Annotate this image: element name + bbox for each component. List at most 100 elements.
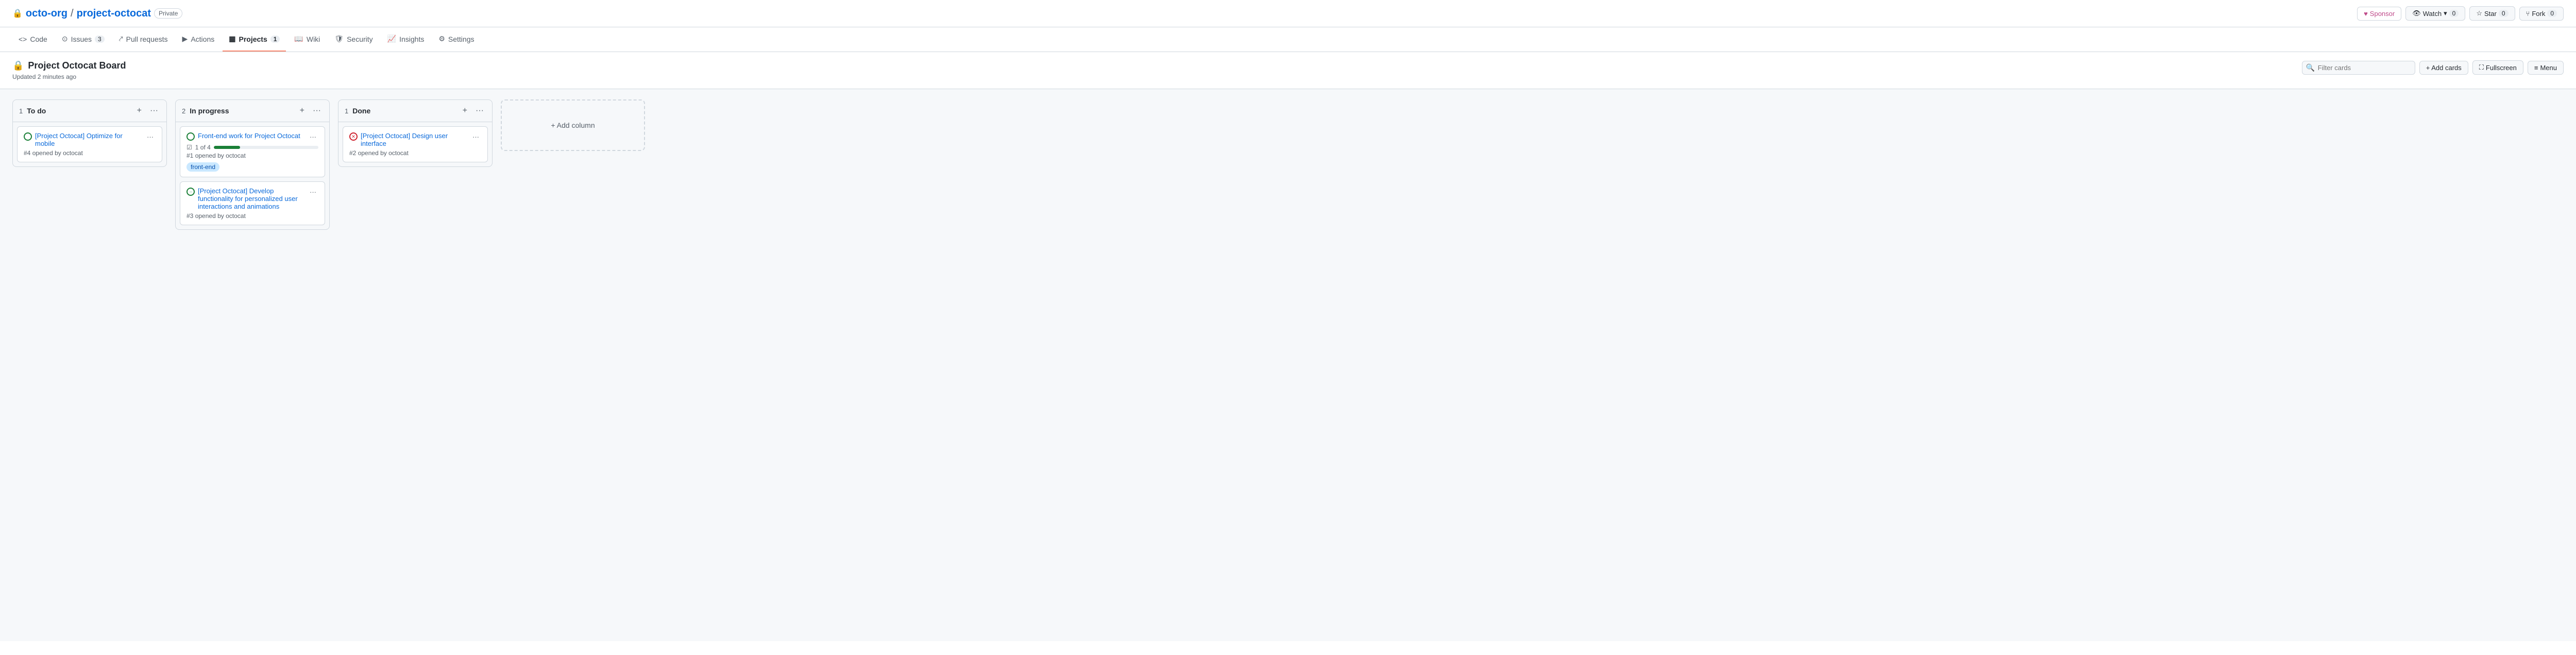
board-updated: Updated 2 minutes ago xyxy=(12,73,126,80)
card-1-menu-button[interactable]: ··· xyxy=(145,132,156,142)
search-icon: 🔍 xyxy=(2306,63,2315,72)
column-todo-menu-button[interactable]: ··· xyxy=(148,105,160,116)
fullscreen-icon: ⛶ xyxy=(2479,63,2484,72)
card-1-meta: #4 opened by octocat xyxy=(24,149,156,157)
sponsor-button[interactable]: ♥ Sponsor xyxy=(2357,7,2401,21)
card-2-title: Front-end work for Project Octocat xyxy=(198,132,300,140)
card-3-menu-button[interactable]: ··· xyxy=(308,187,318,197)
tab-projects[interactable]: ▦ Projects 1 xyxy=(223,27,286,52)
column-todo-count: 1 xyxy=(19,107,23,115)
star-icon: ☆ xyxy=(2476,9,2482,18)
add-column-box[interactable]: + Add column xyxy=(501,99,645,151)
card-2-label-badge: front-end xyxy=(187,162,219,172)
card-4-title: [Project Octocat] Design user interface xyxy=(361,132,466,147)
watch-button[interactable]: 👁 Watch ▾ 0 xyxy=(2405,6,2465,21)
code-icon: <> xyxy=(19,35,27,43)
gear-icon: ⚙ xyxy=(438,35,445,43)
projects-badge: 1 xyxy=(270,36,280,43)
card-3-meta: #3 opened by octocat xyxy=(187,212,318,220)
fullscreen-button[interactable]: ⛶ Fullscreen xyxy=(2472,60,2523,75)
filter-input[interactable] xyxy=(2302,61,2415,75)
column-done-cards: [Project Octocat] Design user interface … xyxy=(338,122,492,166)
card-2-title-link[interactable]: Front-end work for Project Octocat xyxy=(187,132,303,141)
column-in-progress-count: 2 xyxy=(182,107,185,115)
column-in-progress-cards: Front-end work for Project Octocat ··· ☑… xyxy=(176,122,329,229)
wiki-icon: 📖 xyxy=(294,35,303,43)
card-2-progress: ☑ 1 of 4 xyxy=(187,144,318,151)
card-2-label: front-end xyxy=(187,159,318,172)
card-2-status-icon xyxy=(187,132,195,141)
board-actions: 🔍 + Add cards ⛶ Fullscreen ≡ Menu xyxy=(2302,60,2564,75)
column-in-progress-add-button[interactable]: + xyxy=(298,105,307,116)
card-3-title-link[interactable]: [Project Octocat] Develop functionality … xyxy=(187,187,303,210)
fork-button[interactable]: ⑂ Fork 0 xyxy=(2519,7,2564,21)
column-todo-header: 1 To do + ··· xyxy=(13,100,166,122)
card-2-header-row: Front-end work for Project Octocat ··· xyxy=(187,132,318,142)
card-3-status-icon xyxy=(187,188,195,196)
card-1-title-link[interactable]: [Project Octocat] Optimize for mobile xyxy=(24,132,141,147)
issues-badge: 3 xyxy=(95,36,105,43)
tab-code[interactable]: <> Code xyxy=(12,28,54,52)
card-3-header-row: [Project Octocat] Develop functionality … xyxy=(187,187,318,210)
card-4-status-icon xyxy=(349,132,358,141)
menu-button[interactable]: ≡ Menu xyxy=(2528,61,2564,75)
actions-icon: ▶ xyxy=(182,35,188,43)
card-4-menu-button[interactable]: ··· xyxy=(470,132,481,142)
fork-icon: ⑂ xyxy=(2526,10,2530,18)
visibility-badge: Private xyxy=(154,8,182,19)
eye-icon: 👁 xyxy=(2412,9,2421,18)
issue-icon: ⊙ xyxy=(62,35,68,43)
star-button[interactable]: ☆ Star 0 xyxy=(2469,6,2515,21)
heart-icon: ♥ xyxy=(2364,10,2368,18)
column-in-progress-menu-button[interactable]: ··· xyxy=(311,105,323,116)
watch-chevron-icon: ▾ xyxy=(2444,9,2447,18)
add-column-label: + Add column xyxy=(551,121,595,129)
project-board: 1 To do + ··· [Project Octocat] Optimize… xyxy=(0,89,2576,641)
repo-title: 🔒 octo-org / project-octocat Private xyxy=(12,8,182,20)
card-4: [Project Octocat] Design user interface … xyxy=(343,126,488,162)
card-4-header-row: [Project Octocat] Design user interface … xyxy=(349,132,481,147)
board-title-area: 🔒 Project Octocat Board Updated 2 minute… xyxy=(12,60,126,80)
column-todo-cards: [Project Octocat] Optimize for mobile ··… xyxy=(13,122,166,166)
column-done: 1 Done + ··· [Project Octocat] Design us… xyxy=(338,99,493,167)
card-2-progress-bar-wrap xyxy=(214,146,318,149)
card-1-title: [Project Octocat] Optimize for mobile xyxy=(35,132,141,147)
org-link[interactable]: octo-org xyxy=(26,8,67,20)
tab-pull-requests[interactable]: ⤤ Pull requests xyxy=(113,27,174,52)
column-in-progress-title: In progress xyxy=(190,107,293,115)
column-done-count: 1 xyxy=(345,107,348,115)
tab-insights[interactable]: 📈 Insights xyxy=(381,27,431,52)
filter-input-wrap: 🔍 xyxy=(2302,61,2415,75)
column-in-progress-header: 2 In progress + ··· xyxy=(176,100,329,122)
card-2-menu-button[interactable]: ··· xyxy=(308,132,318,142)
card-3-title: [Project Octocat] Develop functionality … xyxy=(198,187,303,210)
card-2-meta: #1 opened by octocat xyxy=(187,152,318,159)
card-4-meta: #2 opened by octocat xyxy=(349,149,481,157)
tab-actions[interactable]: ▶ Actions xyxy=(176,27,221,52)
column-done-header: 1 Done + ··· xyxy=(338,100,492,122)
board-header: 🔒 Project Octocat Board Updated 2 minute… xyxy=(0,52,2576,89)
card-2-progress-bar-fill xyxy=(214,146,240,149)
board-title: 🔒 Project Octocat Board xyxy=(12,60,126,71)
checklist-icon: ☑ xyxy=(187,144,192,151)
column-done-menu-button[interactable]: ··· xyxy=(473,105,486,116)
column-todo-add-button[interactable]: + xyxy=(135,105,144,116)
menu-icon: ≡ xyxy=(2534,64,2538,72)
column-done-add-button[interactable]: + xyxy=(461,105,469,116)
column-done-title: Done xyxy=(352,107,456,115)
card-1-header-row: [Project Octocat] Optimize for mobile ··… xyxy=(24,132,156,147)
card-2: Front-end work for Project Octocat ··· ☑… xyxy=(180,126,325,177)
column-todo-title: To do xyxy=(27,107,130,115)
card-3: [Project Octocat] Develop functionality … xyxy=(180,181,325,225)
top-bar: 🔒 octo-org / project-octocat Private ♥ S… xyxy=(0,0,2576,27)
add-cards-button[interactable]: + Add cards xyxy=(2419,61,2468,75)
tab-issues[interactable]: ⊙ Issues 3 xyxy=(56,27,111,52)
tab-wiki[interactable]: 📖 Wiki xyxy=(288,27,326,52)
card-4-title-link[interactable]: [Project Octocat] Design user interface xyxy=(349,132,466,147)
tab-security[interactable]: 🛡 Security xyxy=(328,27,379,52)
repo-link[interactable]: project-octocat xyxy=(77,8,151,20)
card-1: [Project Octocat] Optimize for mobile ··… xyxy=(17,126,162,162)
pr-icon: ⤤ xyxy=(119,35,123,43)
tab-settings[interactable]: ⚙ Settings xyxy=(432,27,480,52)
top-actions: ♥ Sponsor 👁 Watch ▾ 0 ☆ Star 0 ⑂ Fork 0 xyxy=(2357,6,2564,21)
